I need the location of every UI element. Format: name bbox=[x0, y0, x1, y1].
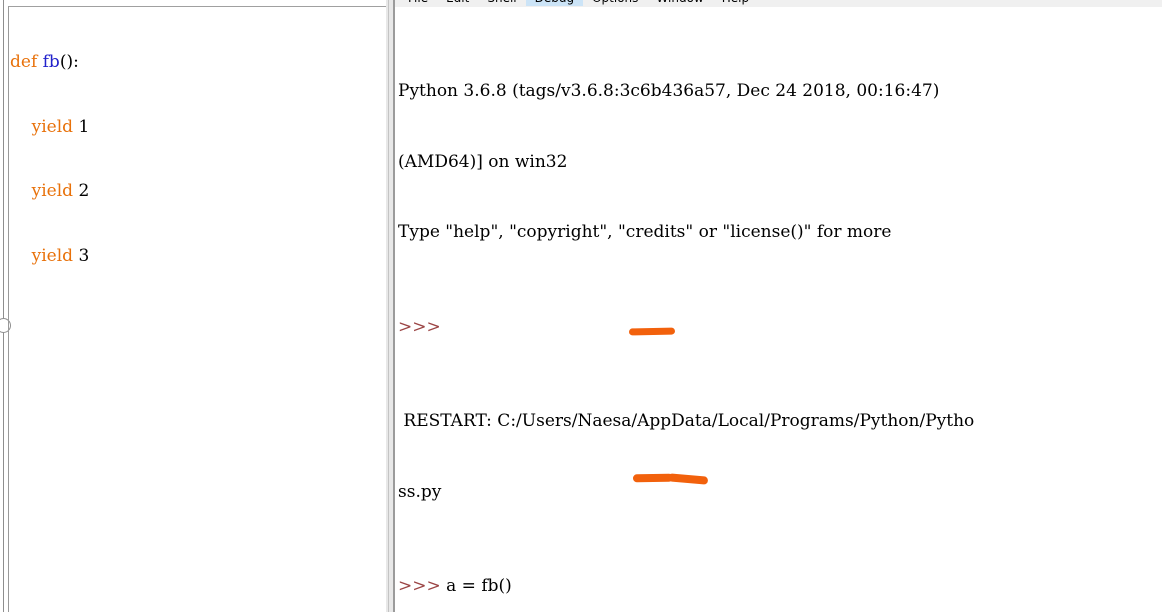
editor-keyword-yield-3: yield bbox=[10, 245, 79, 266]
editor-line-1: def fb(): bbox=[10, 52, 89, 74]
editor-source-code[interactable]: def fb(): yield 1 yield 2 yield 3 bbox=[10, 9, 89, 310]
shell-banner-text-3: Type "help", "copyright", "credits" or "… bbox=[398, 222, 892, 243]
shell-line-prompt-1: >>> bbox=[398, 316, 974, 340]
menu-item-options[interactable]: Options bbox=[583, 0, 647, 6]
shell-restart-path-cont: ss.py bbox=[398, 481, 442, 502]
pane-divider[interactable] bbox=[386, 0, 395, 612]
menu-item-shell[interactable]: Shell bbox=[478, 0, 525, 6]
menu-item-debug[interactable]: Debug bbox=[525, 0, 584, 6]
editor-pane[interactable]: def fb(): yield 1 yield 2 yield 3 bbox=[0, 0, 386, 612]
menu-item-edit[interactable]: Edit bbox=[437, 0, 478, 6]
shell-banner-text-2: (AMD64)] on win32 bbox=[398, 151, 568, 172]
shell-pane[interactable]: Python 3.6.8 (tags/v3.6.8:3c6b436a57, De… bbox=[395, 7, 1162, 612]
editor-keyword-def: def bbox=[10, 52, 43, 72]
menu-item-window[interactable]: Window bbox=[647, 0, 712, 6]
shell-restart-path: RESTART: C:/Users/Naesa/AppData/Local/Pr… bbox=[398, 411, 975, 432]
pane-splitter-handle[interactable] bbox=[0, 318, 11, 333]
editor-line-2: yield 1 bbox=[10, 116, 90, 139]
editor-keyword-yield-1: yield bbox=[10, 116, 79, 137]
shell-transcript[interactable]: Python 3.6.8 (tags/v3.6.8:3c6b436a57, De… bbox=[398, 9, 974, 612]
shell-line-banner-3: Type "help", "copyright", "credits" or "… bbox=[398, 221, 974, 245]
editor-top-border bbox=[8, 6, 386, 7]
editor-yield-value-2: 2 bbox=[78, 181, 90, 201]
pane-splitter-rail[interactable] bbox=[3, 0, 4, 612]
editor-yield-value-3: 3 bbox=[78, 245, 90, 266]
shell-line-restart-cont: ss.py bbox=[398, 481, 974, 505]
editor-line-4: yield 3 bbox=[10, 245, 90, 268]
editor-function-name: fb bbox=[42, 52, 60, 72]
shell-prompt-1: >>> bbox=[398, 316, 441, 337]
menu-bar: File Edit Shell Debug Options Window Hel… bbox=[395, 0, 1162, 7]
editor-line-3: yield 2 bbox=[10, 181, 90, 203]
shell-line-cmd-assign: >>> a = fb() bbox=[398, 575, 974, 599]
shell-prompt-2: >>> bbox=[398, 576, 441, 597]
menu-item-help[interactable]: Help bbox=[713, 0, 758, 6]
shell-line-banner-1: Python 3.6.8 (tags/v3.6.8:3c6b436a57, De… bbox=[398, 80, 974, 104]
shell-command-assign: a = fb() bbox=[440, 576, 512, 597]
shell-line-restart: RESTART: C:/Users/Naesa/AppData/Local/Pr… bbox=[398, 410, 974, 434]
editor-yield-value-1: 1 bbox=[78, 116, 90, 137]
editor-left-border bbox=[8, 6, 9, 612]
shell-banner-text-1: Python 3.6.8 (tags/v3.6.8:3c6b436a57, De… bbox=[398, 80, 940, 101]
shell-line-banner-2: (AMD64)] on win32 bbox=[398, 151, 974, 175]
idle-window: File Edit Shell Debug Options Window Hel… bbox=[0, 0, 1162, 612]
editor-def-tail: (): bbox=[59, 52, 79, 72]
menu-item-file[interactable]: File bbox=[399, 0, 437, 6]
editor-keyword-yield-2: yield bbox=[10, 181, 79, 201]
